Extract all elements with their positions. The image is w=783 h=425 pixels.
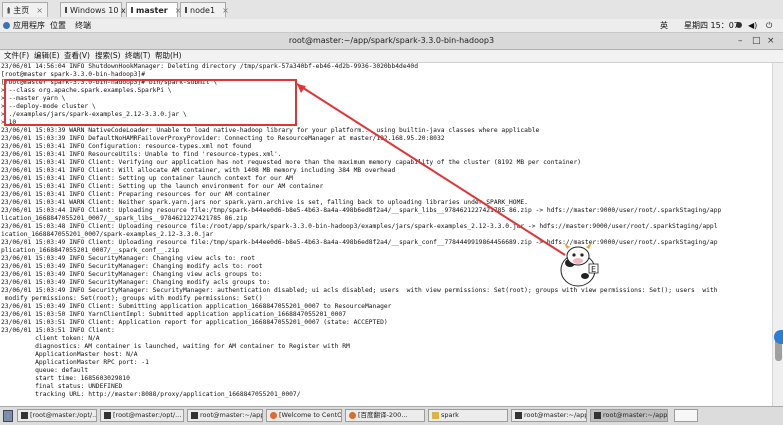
folder-icon <box>432 412 439 419</box>
taskbar-item[interactable]: spark <box>428 409 508 422</box>
terminal-line: 23/06/01 15:03:39 INFO DefaultNoHAMRFail… <box>1 135 445 142</box>
home-icon <box>7 6 11 14</box>
terminal-line: 23/06/01 14:56:04 INFO ShutdownHookManag… <box>1 63 419 70</box>
menu-search[interactable]: 搜索(S) <box>95 50 121 62</box>
applications-menu[interactable]: 应用程序 <box>3 19 45 32</box>
show-desktop-icon[interactable] <box>3 410 13 422</box>
terminal-icon <box>104 412 111 419</box>
taskbar-item[interactable]: [root@master:/opt/... <box>17 409 97 422</box>
power-icon[interactable]: ⏻ <box>766 19 772 32</box>
terminal-line: plication_1668847055201_0007/__spark_con… <box>1 247 180 254</box>
clock[interactable]: 星期四 15：07 <box>684 19 739 32</box>
tab-label: node1 <box>190 5 216 15</box>
tray-status-icon[interactable] <box>736 19 742 32</box>
vm-icon <box>65 7 67 13</box>
terminal-icon <box>191 412 198 419</box>
workspace-switcher[interactable] <box>674 409 698 422</box>
terminal-line: 23/06/01 15:03:41 INFO Configuration: re… <box>1 143 252 150</box>
close-icon[interactable]: × <box>222 3 229 18</box>
terminal-line: 23/06/01 15:03:41 INFO Client: Preparing… <box>1 191 271 198</box>
terminal-line: 23/06/01 15:03:41 INFO Client: Setting u… <box>1 175 293 182</box>
tab-home[interactable]: 主页 × <box>2 2 48 17</box>
taskbar-item[interactable]: [Welcome to CentO... <box>266 409 342 422</box>
terminal-line: 23/06/01 15:03:51 INFO Client: <box>1 327 115 334</box>
terminal-line: 23/06/01 15:03:49 INFO Client: Submittin… <box>1 303 392 310</box>
taskbar-item-active[interactable]: root@master:~/app/... <box>590 409 668 422</box>
terminal-line: ApplicationMaster host: N/A <box>1 351 138 358</box>
terminal-line: 23/06/01 15:03:49 INFO SecurityManager: … <box>1 287 718 294</box>
highlight-box <box>4 79 297 126</box>
taskbar-item[interactable]: root@master:~/app/... <box>511 409 587 422</box>
apps-icon <box>3 22 10 29</box>
side-panel-toggle-button[interactable] <box>774 330 783 344</box>
terminal-line: 23/06/01 15:03:49 INFO SecurityManager: … <box>1 279 271 286</box>
terminal-line: client token: N/A <box>1 335 100 342</box>
terminal-line: 23/06/01 15:03:41 INFO Client: Setting u… <box>1 183 324 190</box>
firefox-icon <box>270 412 277 419</box>
minimize-button[interactable]: – <box>738 33 743 49</box>
window-title: root@master:~/app/spark/spark-3.3.0-bin-… <box>288 36 495 45</box>
terminal-line: 23/06/01 15:03:41 INFO ResourceUtils: Un… <box>1 151 282 158</box>
menu-view[interactable]: 查看(V) <box>64 50 90 62</box>
terminal-line: diagnostics: AM container is launched, w… <box>1 343 350 350</box>
terminal-line: ApplicationMaster RPC port: -1 <box>1 359 149 366</box>
vm-icon <box>131 7 133 13</box>
terminal-scrollbar[interactable] <box>772 63 783 406</box>
window-titlebar[interactable]: root@master:~/app/spark/spark-3.3.0-bin-… <box>0 33 783 50</box>
terminal-line: 23/06/01 15:03:49 INFO Client: Uploading… <box>1 239 718 246</box>
gnome-top-panel: 应用程序 位置 终端 英 星期四 15：07 ◀) ⏻ <box>0 19 783 33</box>
terminal-line: tracking URL: http://master:8088/proxy/a… <box>1 391 301 398</box>
menu-terminal[interactable]: 终端(T) <box>125 50 150 62</box>
terminal-icon <box>515 412 522 419</box>
menu-edit[interactable]: 编辑(E) <box>34 50 60 62</box>
terminal-line: queue: default <box>1 367 89 374</box>
menu-help[interactable]: 帮助(H) <box>155 50 182 62</box>
terminal-line: 23/06/01 15:03:49 INFO SecurityManager: … <box>1 255 256 262</box>
menu-file[interactable]: 文件(F) <box>4 50 29 62</box>
taskbar: [root@master:/opt/... [root@master:/opt/… <box>0 406 783 425</box>
terminal-line: 23/06/01 15:03:48 INFO Client: Uploading… <box>1 223 718 230</box>
tab-windows10[interactable]: Windows 10 x64 × <box>60 2 150 17</box>
terminal-menu[interactable]: 终端 <box>75 19 91 32</box>
close-button[interactable]: × <box>767 33 775 49</box>
terminal-line: lication_1668847055201_0007/__spark_libs… <box>1 215 248 222</box>
close-icon[interactable]: × <box>36 3 43 18</box>
terminal-line: 23/06/01 15:03:41 WARN Client: Neither s… <box>1 199 528 206</box>
terminal-line: start time: 1685603029810 <box>1 375 130 382</box>
volume-icon[interactable]: ◀) <box>748 19 757 32</box>
taskbar-item[interactable]: [root@master:/opt/... <box>100 409 184 422</box>
vm-tab-bar: 主页 × Windows 10 x64 × master × node1 × <box>0 0 783 20</box>
tab-node1[interactable]: node1 × <box>180 2 229 18</box>
vm-icon <box>185 7 187 13</box>
terminal-line: 23/06/01 15:03:41 INFO Client: Verifying… <box>1 159 582 166</box>
cow-mascot-icon: E <box>560 243 599 287</box>
terminal-line: [root@master spark-3.3.0-bin-hadoop3]# <box>1 71 146 78</box>
firefox-icon <box>349 412 356 419</box>
tab-label: master <box>136 5 168 15</box>
tab-label: 主页 <box>13 5 30 15</box>
terminal-line: modify permissions: Set(root); groups wi… <box>1 295 263 302</box>
terminal-line: 23/06/01 15:03:51 INFO Client: Applicati… <box>1 319 388 326</box>
places-menu[interactable]: 位置 <box>50 19 66 32</box>
terminal-line: 23/06/01 15:03:39 WARN NativeCodeLoader:… <box>1 127 540 134</box>
taskbar-item[interactable]: root@master:~/app/... <box>187 409 263 422</box>
maximize-button[interactable]: □ <box>752 33 761 49</box>
terminal-line: ication_1668847055201_0007/spark-example… <box>1 231 214 238</box>
terminal-icon <box>21 412 28 419</box>
terminal-line: 23/06/01 15:03:50 INFO YarnClientImpl: S… <box>1 311 346 318</box>
terminal-line: 23/06/01 15:03:44 INFO Client: Uploading… <box>1 207 722 214</box>
tab-master[interactable]: master × <box>126 2 181 17</box>
terminal-line: 23/06/01 15:03:41 INFO Client: Will allo… <box>1 167 396 174</box>
svg-text:E: E <box>591 265 596 274</box>
terminal-line: 23/06/01 15:03:49 INFO SecurityManager: … <box>1 263 263 270</box>
taskbar-item[interactable]: [百度翻译-200... <box>345 409 425 422</box>
input-method-indicator[interactable]: 英 <box>660 19 668 32</box>
terminal-icon <box>594 412 601 419</box>
terminal-menubar: 文件(F) 编辑(E) 查看(V) 搜索(S) 终端(T) 帮助(H) <box>0 50 783 63</box>
terminal-line: final status: UNDEFINED <box>1 383 123 390</box>
terminal-line: 23/06/01 15:03:49 INFO SecurityManager: … <box>1 271 263 278</box>
